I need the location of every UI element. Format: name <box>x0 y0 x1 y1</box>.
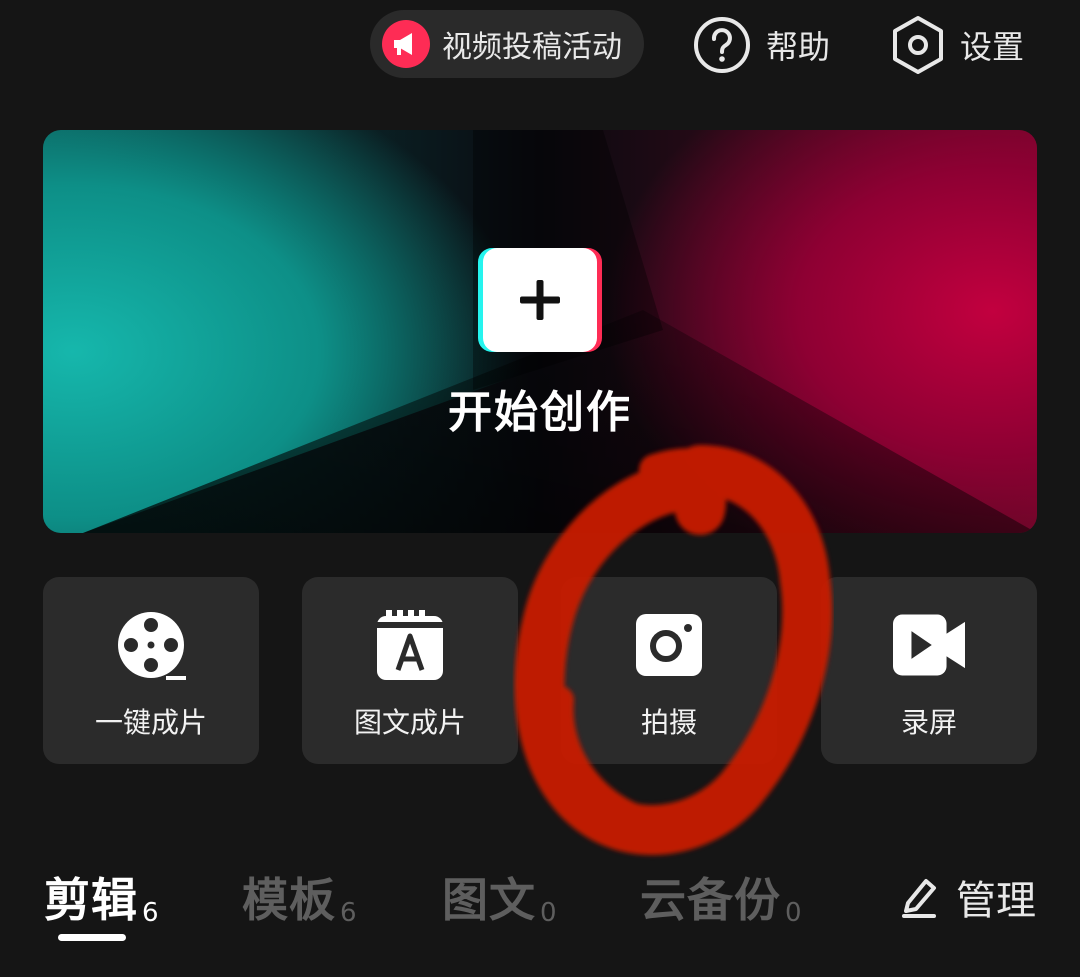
megaphone-icon <box>382 20 430 68</box>
one-click-video-button[interactable]: 一键成片 <box>43 577 259 764</box>
campaign-label: 视频投稿活动 <box>442 30 622 65</box>
tab-count: 6 <box>142 898 159 928</box>
gear-icon <box>893 16 943 74</box>
video-campaign-button[interactable]: 视频投稿活动 <box>370 10 644 78</box>
film-reel-icon <box>115 609 187 681</box>
top-bar: 视频投稿活动 帮助 设置 <box>0 0 1080 100</box>
create-plus-button[interactable] <box>483 248 597 352</box>
tool-label: 一键成片 <box>94 706 207 739</box>
tab-count: 6 <box>340 898 357 928</box>
tab-templates[interactable]: 模板 6 <box>242 864 357 930</box>
start-creation-card[interactable]: 开始创作 <box>43 130 1037 533</box>
text-to-video-button[interactable]: 图文成片 <box>302 577 518 764</box>
start-creation-label: 开始创作 <box>448 387 632 438</box>
tool-label: 图文成片 <box>353 706 466 739</box>
tab-label: 图文 <box>442 873 536 927</box>
tab-label: 云备份 <box>640 873 781 927</box>
tab-cloud-backup[interactable]: 云备份 0 <box>640 864 802 930</box>
camera-icon <box>633 609 705 681</box>
camera-shoot-button[interactable]: 拍摄 <box>561 577 777 764</box>
tool-label: 录屏 <box>900 706 957 739</box>
video-record-icon <box>893 609 965 681</box>
plus-icon <box>520 280 560 320</box>
text-image-icon <box>374 609 446 681</box>
settings-button[interactable]: 设置 <box>890 14 1024 76</box>
help-label: 帮助 <box>766 28 831 66</box>
manage-button[interactable]: 管理 <box>900 868 1036 926</box>
help-button[interactable]: 帮助 <box>692 14 830 76</box>
tab-count: 0 <box>540 898 557 928</box>
manage-label: 管理 <box>956 878 1036 924</box>
tool-label: 拍摄 <box>640 706 697 739</box>
screen-record-button[interactable]: 录屏 <box>821 577 1037 764</box>
question-circle-icon <box>694 17 750 73</box>
pencil-icon <box>902 879 936 918</box>
active-tab-indicator <box>58 934 126 941</box>
quick-tools: 一键成片 图文成片 拍摄 录屏 <box>43 577 1037 764</box>
settings-label: 设置 <box>960 28 1025 66</box>
tab-edit[interactable]: 剪辑 6 <box>44 864 159 930</box>
tab-label: 剪辑 <box>44 873 138 927</box>
tab-label: 模板 <box>242 873 336 927</box>
project-tabs: 剪辑 6 模板 6 图文 0 云备份 0 管理 <box>0 850 1080 960</box>
tab-count: 0 <box>785 898 802 928</box>
tab-image-text[interactable]: 图文 0 <box>442 864 557 930</box>
